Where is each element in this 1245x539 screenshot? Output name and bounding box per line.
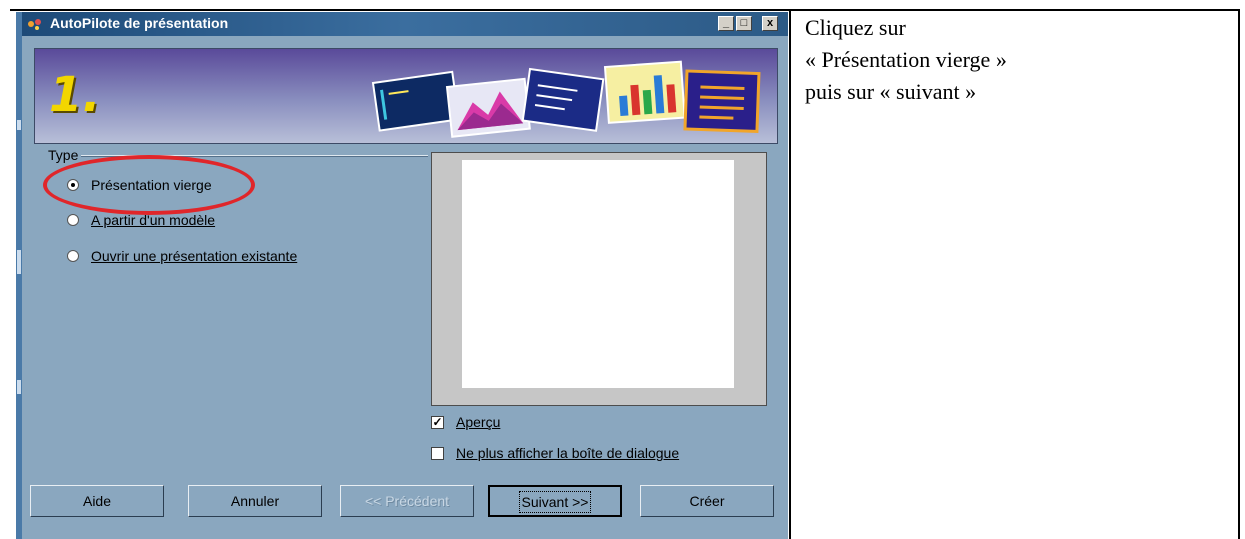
app-icon bbox=[28, 19, 41, 30]
help-button-label: Aide bbox=[82, 493, 112, 509]
preview-checkbox-label: Aperçu bbox=[456, 414, 501, 430]
cancel-button-label: Annuler bbox=[230, 493, 280, 509]
instruction-line-3: puis sur « suivant » bbox=[805, 79, 977, 104]
step-number: 1. bbox=[49, 67, 101, 123]
maximize-icon: □ bbox=[740, 17, 748, 29]
help-button[interactable]: Aide bbox=[30, 485, 164, 517]
table-divider bbox=[789, 9, 791, 539]
close-button[interactable]: x bbox=[762, 16, 778, 31]
table-right-border bbox=[1238, 9, 1240, 539]
autopilot-dialog: AutoPilote de présentation _ □ x 1. Type… bbox=[22, 12, 788, 539]
title-bar[interactable]: AutoPilote de présentation _ □ x bbox=[22, 12, 788, 36]
minimize-icon: _ bbox=[722, 17, 730, 29]
close-icon: x bbox=[766, 17, 774, 29]
radio-open-existing[interactable]: Ouvrir une présentation existante bbox=[67, 246, 297, 266]
wizard-banner: 1. bbox=[34, 48, 778, 144]
preview-pane bbox=[431, 152, 767, 406]
radio-icon[interactable] bbox=[67, 214, 79, 226]
checkbox-icon[interactable] bbox=[431, 446, 444, 460]
radio-label: Ouvrir une présentation existante bbox=[91, 248, 298, 264]
create-button[interactable]: Créer bbox=[640, 485, 774, 517]
checkbox-checked-icon[interactable]: ✓ bbox=[431, 415, 444, 429]
highlight-ring bbox=[43, 155, 255, 215]
create-button-label: Créer bbox=[689, 493, 725, 509]
hide-dialog-checkbox-row[interactable]: Ne plus afficher la boîte de dialogue bbox=[431, 443, 679, 463]
previous-button-label: << Précédent bbox=[364, 493, 450, 509]
previous-button[interactable]: << Précédent bbox=[340, 485, 474, 517]
maximize-button[interactable]: □ bbox=[736, 16, 752, 31]
next-button[interactable]: Suivant >> bbox=[488, 485, 622, 517]
hide-dialog-checkbox-label: Ne plus afficher la boîte de dialogue bbox=[456, 445, 680, 461]
instruction-note: Cliquez sur « Présentation vierge » puis… bbox=[805, 12, 1007, 108]
radio-icon[interactable] bbox=[67, 250, 79, 262]
next-button-label: Suivant >> bbox=[518, 491, 592, 513]
dialog-title: AutoPilote de présentation bbox=[50, 15, 229, 31]
cancel-button[interactable]: Annuler bbox=[188, 485, 322, 517]
preview-checkbox-row[interactable]: ✓ Aperçu bbox=[431, 412, 500, 432]
instruction-line-2: « Présentation vierge » bbox=[805, 47, 1007, 72]
table-top-border bbox=[10, 9, 1240, 11]
instruction-line-1: Cliquez sur bbox=[805, 15, 906, 40]
slides-illustration bbox=[371, 60, 761, 138]
preview-page bbox=[462, 160, 734, 388]
type-group-label: Type bbox=[48, 147, 82, 163]
minimize-button[interactable]: _ bbox=[718, 16, 734, 31]
